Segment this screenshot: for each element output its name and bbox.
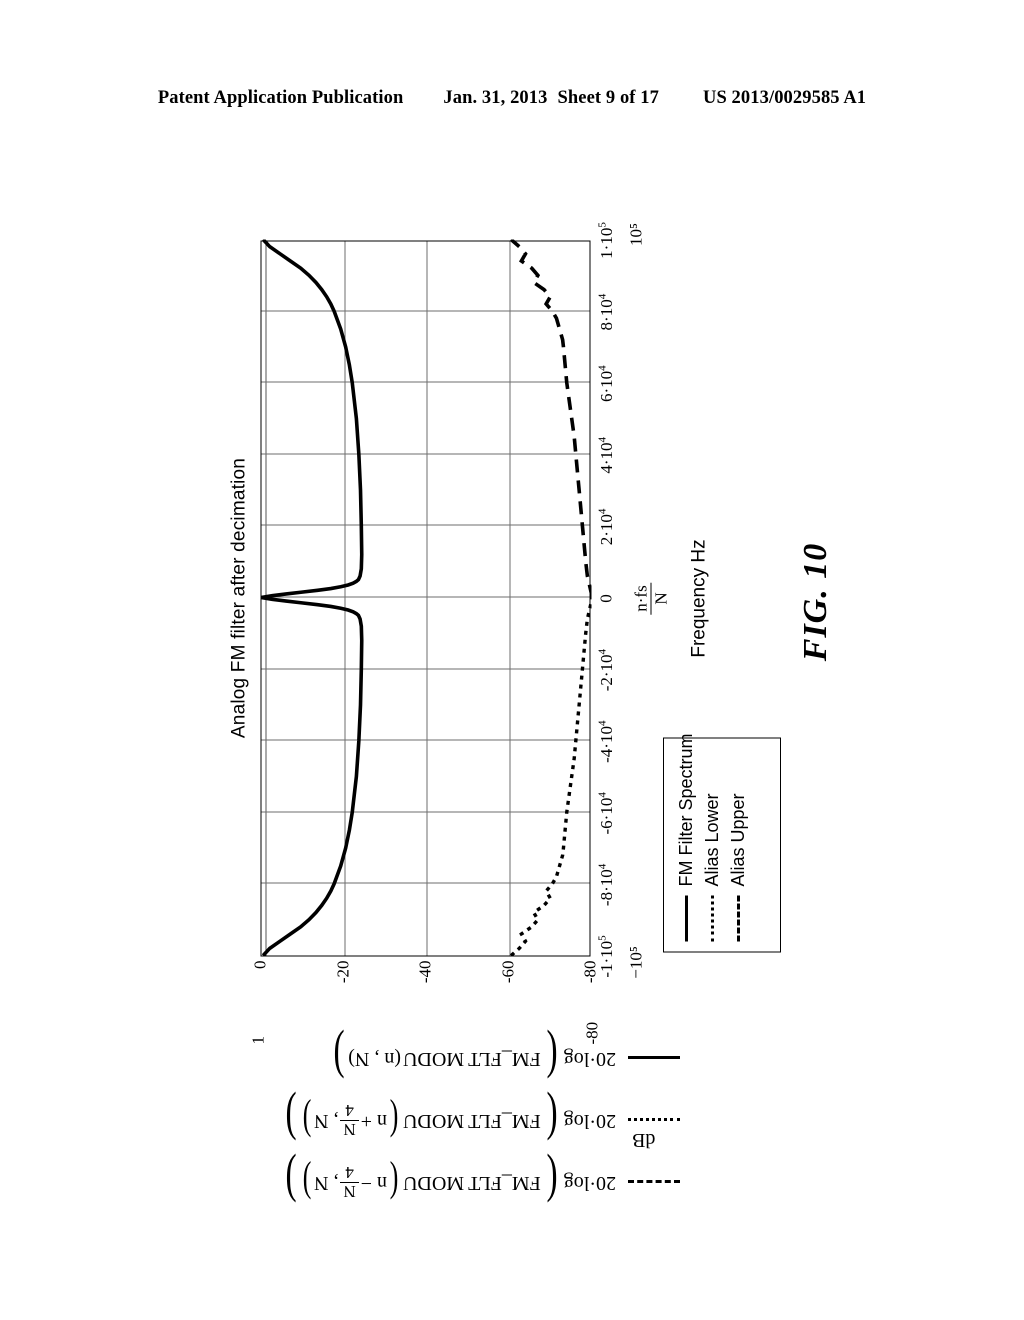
- math-expression-fm-filter-spectrum: 20·log ( FM_FLT MODU (n , N) ): [333, 1028, 616, 1089]
- x-axis-variable-denominator: N: [651, 592, 671, 605]
- x-tick-label-2: -6·104: [596, 792, 617, 835]
- y-tick-label-2: -40: [415, 960, 435, 984]
- x-axis-ticks: -1·105 -8·104 -6·104 -4·104 -2·104 0 2·104 4·10…: [593, 222, 633, 978]
- x-tick-label-10: 1·105: [596, 222, 617, 259]
- math-expression-row-solid: 20·log ( FM_FLT MODU (n , N) ): [210, 1027, 680, 1089]
- series-alias-upper: [509, 239, 592, 598]
- series-curves: [261, 239, 592, 956]
- math-frac-den-1: 4: [345, 1101, 354, 1121]
- x-tick-label-6: 2·104: [596, 508, 617, 546]
- x-tick-label-3: -4·104: [596, 720, 617, 763]
- math-expression-row-dashed: 20·log ( FM_FLT MODU ( n − N 4 , N ) ): [210, 1151, 680, 1213]
- math-fraction-1: N 4: [340, 1101, 359, 1139]
- math-frac-num-0: N: [340, 1182, 359, 1201]
- math-frac-num-1: N: [340, 1120, 359, 1139]
- plot-frame: [260, 239, 592, 957]
- math-modu-0: MODU: [403, 1171, 465, 1194]
- legend-label-1: Alias Lower: [701, 793, 722, 887]
- math-expression-legend: 20·log ( FM_FLT MODU ( n − N 4 , N ) ) 2…: [210, 1027, 680, 1213]
- plot-area: 0 -20 -40 -60 -80 -1·105 -8·104 -6·104 -4·104 -2…: [249, 222, 710, 1044]
- math-arg-suffix-0: , N: [314, 1171, 339, 1194]
- legend-line-solid-icon: [684, 895, 688, 942]
- legend-label-2: Alias Upper: [727, 793, 748, 887]
- legend-entry-alias-upper: Alias Upper: [725, 751, 751, 942]
- figure-label: FIG. 10: [797, 542, 834, 662]
- legend-label-0: FM Filter Spectrum: [675, 733, 696, 887]
- x-axis-variable-numerator: n·fs: [632, 582, 652, 615]
- x-tick-label-1: -8·104: [596, 863, 617, 907]
- math-lead-0: 20·log: [563, 1171, 616, 1194]
- legend-line-dotted-icon: [710, 895, 714, 942]
- math-lead-2: 20·log: [563, 1047, 616, 1070]
- math-line-dashed-icon: [628, 1180, 680, 1184]
- math-lead-1: 20·log: [563, 1109, 616, 1132]
- chart-title: Analog FM filter after decimation: [228, 457, 250, 739]
- x-tick-label-5: 0: [596, 594, 616, 603]
- y-axis-units-label: dB: [632, 1129, 656, 1151]
- math-modu-1: MODU: [403, 1109, 465, 1132]
- x-tick-label-7: 4·104: [596, 436, 617, 474]
- math-fn-2: FM_FLT: [468, 1047, 541, 1070]
- x-limit-high-label: 10⁵: [626, 223, 646, 246]
- chart-legend: FM Filter Spectrum Alias Lower Alias Upp…: [663, 733, 781, 953]
- math-line-dotted-icon: [628, 1118, 680, 1122]
- y-tick-label-0: 0: [250, 960, 270, 970]
- math-arg-suffix-1: , N: [314, 1109, 339, 1132]
- chart-rotated-stage: Analog FM filter after decimation 0 -20 -4…: [228, 222, 710, 1044]
- math-expression-alias-lower: 20·log ( FM_FLT MODU ( n + N 4 , N ) ): [285, 1090, 616, 1151]
- x-tick-label-4: -2·104: [596, 648, 617, 692]
- math-fn-0: FM_FLT: [468, 1171, 541, 1194]
- legend-entry-fm-filter-spectrum: FM Filter Spectrum: [673, 733, 699, 942]
- series-alias-lower: [509, 597, 592, 956]
- x-limit-low-label: −10⁵: [626, 946, 646, 979]
- legend-line-dashed-icon: [736, 895, 740, 942]
- math-arg-prefix-2: (n , N): [348, 1047, 402, 1070]
- math-arg-prefix-0: n −: [360, 1171, 388, 1194]
- math-modu-2: MODU: [403, 1047, 465, 1070]
- x-tick-label-8: 6·104: [596, 365, 617, 403]
- x-tick-label-9: 8·104: [596, 293, 617, 331]
- y-tick-label-3: -60: [498, 960, 517, 984]
- math-expression-row-dotted: 20·log ( FM_FLT MODU ( n + N 4 , N ) ): [210, 1089, 680, 1151]
- patent-figure: Analog FM filter after decimation 0 -20 -4…: [0, 0, 1024, 1320]
- y-tick-label-1: -20: [333, 960, 352, 984]
- math-fraction-0: N 4: [340, 1163, 359, 1201]
- x-axis-label: Frequency Hz: [688, 539, 710, 658]
- x-axis-variable: n·fs N: [632, 582, 671, 615]
- series-fm-filter-spectrum: [261, 239, 364, 956]
- x-tick-label-0: -1·105: [596, 935, 617, 978]
- math-fn-1: FM_FLT: [468, 1109, 541, 1132]
- legend-entry-alias-lower: Alias Lower: [699, 751, 725, 942]
- math-expression-alias-upper: 20·log ( FM_FLT MODU ( n − N 4 , N ) ): [285, 1152, 616, 1213]
- math-frac-den-0: 4: [345, 1163, 354, 1183]
- y-axis-ticks: 0 -20 -40 -60 -80: [251, 960, 600, 1009]
- math-arg-prefix-1: n +: [360, 1109, 388, 1132]
- math-line-solid-icon: [628, 1056, 680, 1060]
